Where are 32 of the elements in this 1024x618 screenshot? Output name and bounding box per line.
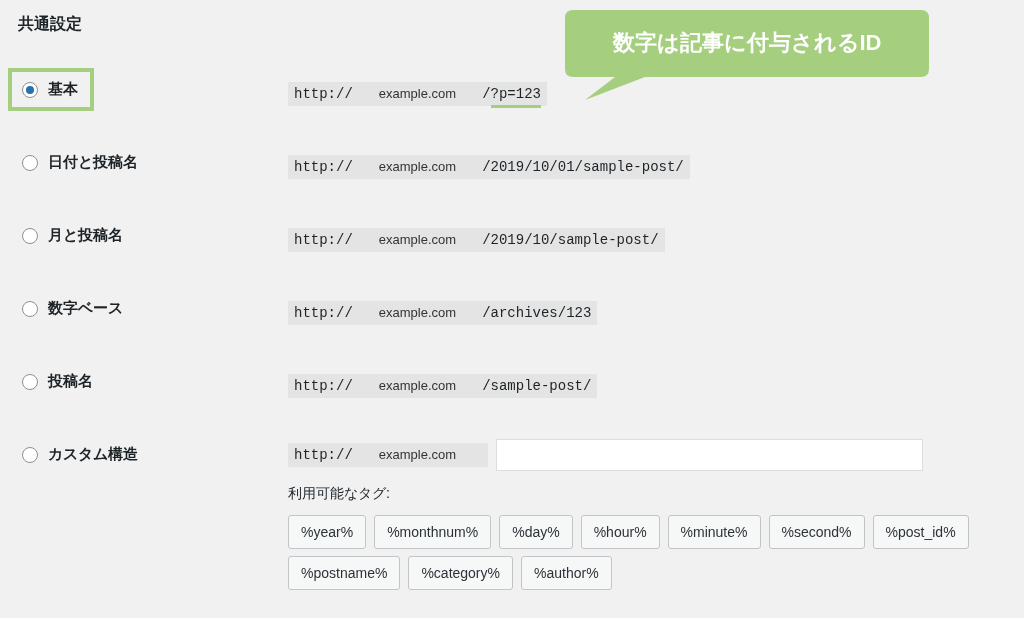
available-tags-label: 利用可能なタグ: xyxy=(288,485,390,503)
tag-button[interactable]: %hour% xyxy=(580,515,660,549)
tag-button[interactable]: %postname% xyxy=(288,556,401,590)
url-example: http:// example.com xyxy=(288,443,489,467)
radio-button[interactable] xyxy=(22,227,38,244)
url-example: http:// example.com /sample-post/ xyxy=(288,374,598,398)
radio-option[interactable]: 数字ベース xyxy=(8,287,139,330)
callout-text: 数字は記事に付与されるID xyxy=(611,29,883,57)
tag-button[interactable]: %post_id% xyxy=(872,515,969,549)
radio-button[interactable] xyxy=(22,81,38,98)
tag-button[interactable]: %day% xyxy=(499,515,573,549)
radio-button[interactable] xyxy=(22,446,38,463)
custom-structure-field[interactable] xyxy=(496,439,924,471)
url-example: http:// example.com /2019/10/01/sample-post/ xyxy=(288,155,690,179)
url-example: http:// example.com /2019/10/sample-post/ xyxy=(288,228,665,252)
radio-button[interactable] xyxy=(22,373,38,390)
section-title: 共通設定 xyxy=(17,14,83,34)
tag-button[interactable]: %monthnum% xyxy=(374,515,492,549)
url-example: http:// example.com /archives/123 xyxy=(288,301,598,325)
tag-button[interactable]: %minute% xyxy=(667,515,761,549)
tag-button[interactable]: %author% xyxy=(521,556,612,590)
url-example: http:// example.com /?p=123 xyxy=(288,82,547,106)
radio-option[interactable]: 日付と投稿名 xyxy=(8,141,154,184)
tag-button[interactable]: %second% xyxy=(768,515,865,549)
tag-button[interactable]: %year% xyxy=(288,515,367,549)
radio-button[interactable] xyxy=(22,154,38,171)
tag-button[interactable]: %category% xyxy=(408,556,513,590)
radio-option[interactable]: 投稿名 xyxy=(8,360,109,403)
radio-button[interactable] xyxy=(22,300,38,317)
radio-option[interactable]: カスタム構造 xyxy=(8,433,154,476)
radio-option[interactable]: 基本 xyxy=(8,68,94,111)
radio-option[interactable]: 月と投稿名 xyxy=(8,214,139,257)
